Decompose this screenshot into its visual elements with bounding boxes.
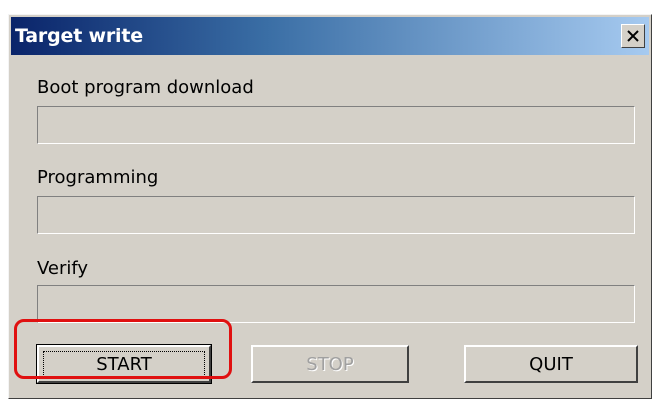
programming-label: Programming [37,167,159,188]
start-button[interactable]: START [36,344,212,384]
titlebar[interactable]: Target write [11,17,649,55]
focus-rectangle [43,351,205,377]
window-title: Target write [15,25,143,47]
close-icon [627,30,639,42]
verify-progress-bar [37,285,635,323]
boot-download-progress-bar [37,106,635,144]
programming-progress-bar [37,196,635,234]
target-write-dialog: Target write Boot program download Progr… [8,14,652,399]
quit-button[interactable]: QUIT [464,345,638,383]
stop-button[interactable]: STOP [251,345,409,383]
boot-download-label: Boot program download [37,77,254,98]
quit-button-label: QUIT [529,353,573,375]
verify-label: Verify [37,258,89,279]
close-button[interactable] [621,24,645,48]
stop-button-label: STOP [306,353,354,375]
